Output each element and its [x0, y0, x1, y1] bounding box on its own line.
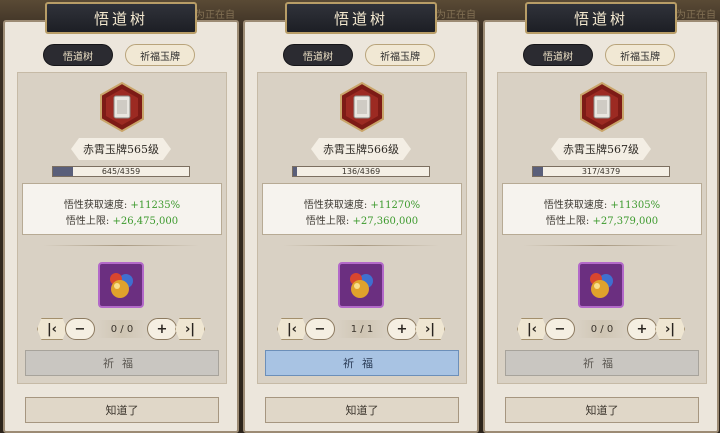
orb-cluster-icon [110, 273, 133, 298]
progress-bar: 136/4369 [292, 166, 430, 177]
cap-value: +27,379,000 [592, 216, 659, 227]
skip-last-icon: ›| [184, 321, 196, 337]
orb-cluster-icon [590, 273, 613, 298]
cap-row: 悟性上限: +26,475,000 [23, 212, 221, 227]
skip-last-button[interactable]: ›| [415, 318, 445, 340]
tab-wudao-tree[interactable]: 悟道树 [283, 44, 353, 66]
divider [283, 245, 439, 246]
speed-row: 悟性获取速度: +11305% [503, 196, 701, 211]
dialog-panel: 悟道树 悟道树 祈福玉牌 赤霄玉牌566级 136/4369 悟性获取速度: +… [243, 0, 479, 433]
cap-label: 悟性上限: [305, 216, 350, 227]
minus-icon: − [314, 321, 326, 337]
pray-button[interactable]: 祈福 [25, 350, 219, 376]
stats-box: 悟性获取速度: +11305% 悟性上限: +27,379,000 [502, 183, 702, 235]
item-slot[interactable] [338, 262, 384, 308]
speed-value: +11305% [610, 200, 661, 211]
divider [523, 245, 679, 246]
minus-icon: − [554, 321, 566, 337]
orb-cluster-icon [350, 273, 373, 298]
skip-last-button[interactable]: ›| [655, 318, 685, 340]
progress-text: 645/4359 [101, 167, 141, 176]
cap-row: 悟性上限: +27,379,000 [503, 212, 701, 227]
skip-last-button[interactable]: ›| [175, 318, 205, 340]
cap-label: 悟性上限: [65, 216, 110, 227]
quantity-display: 0 / 0 [97, 320, 147, 338]
tab-pray-token[interactable]: 祈福玉牌 [365, 44, 435, 66]
item-slot[interactable] [578, 262, 624, 308]
stats-box: 悟性获取速度: +11270% 悟性上限: +27,360,000 [262, 183, 462, 235]
item-slot[interactable] [98, 262, 144, 308]
divider [43, 245, 199, 246]
skip-last-icon: ›| [664, 321, 676, 337]
jade-token-icon [100, 82, 144, 132]
speed-value: +11270% [370, 200, 421, 211]
pray-button[interactable]: 祈福 [505, 350, 699, 376]
cap-row: 悟性上限: +27,360,000 [263, 212, 461, 227]
cap-value: +26,475,000 [112, 216, 179, 227]
minus-button[interactable]: − [545, 318, 575, 340]
skip-first-button[interactable]: |‹ [277, 318, 307, 340]
speed-value: +11235% [130, 200, 181, 211]
plus-icon: + [156, 321, 168, 337]
jade-token-icon [340, 82, 384, 132]
tab-wudao-tree[interactable]: 悟道树 [523, 44, 593, 66]
plus-button[interactable]: + [627, 318, 657, 340]
cap-value: +27,360,000 [352, 216, 419, 227]
skip-first-icon: |‹ [286, 321, 298, 337]
progress-bar: 645/4359 [52, 166, 190, 177]
speed-label: 悟性获取速度: [303, 200, 368, 211]
progress-bar: 317/4379 [532, 166, 670, 177]
minus-button[interactable]: − [65, 318, 95, 340]
dialog-panel: 悟道树 悟道树 祈福玉牌 赤霄玉牌567级 317/4379 悟性获取速度: +… [483, 0, 719, 433]
speed-row: 悟性获取速度: +11270% [263, 196, 461, 211]
ok-button[interactable]: 知道了 [25, 397, 219, 423]
plus-button[interactable]: + [387, 318, 417, 340]
plus-icon: + [636, 321, 648, 337]
plus-button[interactable]: + [147, 318, 177, 340]
tab-pray-token[interactable]: 祈福玉牌 [605, 44, 675, 66]
minus-icon: − [74, 321, 86, 337]
dialog-panel: 悟道树 悟道树 祈福玉牌 赤霄玉牌565级 645/4359 悟性获取速度: +… [3, 0, 239, 433]
speed-label: 悟性获取速度: [543, 200, 608, 211]
skip-first-button[interactable]: |‹ [517, 318, 547, 340]
ok-button[interactable]: 知道了 [265, 397, 459, 423]
speed-label: 悟性获取速度: [63, 200, 128, 211]
level-label: 赤霄玉牌567级 [551, 138, 651, 160]
tab-pray-token[interactable]: 祈福玉牌 [125, 44, 195, 66]
quantity-display: 0 / 0 [577, 320, 627, 338]
progress-text: 136/4369 [341, 167, 381, 176]
skip-first-icon: |‹ [46, 321, 58, 337]
dialog-title: 悟道树 [525, 2, 677, 34]
cap-label: 悟性上限: [545, 216, 590, 227]
minus-button[interactable]: − [305, 318, 335, 340]
plus-icon: + [396, 321, 408, 337]
stats-box: 悟性获取速度: +11235% 悟性上限: +26,475,000 [22, 183, 222, 235]
pray-button[interactable]: 祈福 [265, 350, 459, 376]
tab-wudao-tree[interactable]: 悟道树 [43, 44, 113, 66]
skip-first-icon: |‹ [526, 321, 538, 337]
skip-first-button[interactable]: |‹ [37, 318, 67, 340]
level-label: 赤霄玉牌565级 [71, 138, 171, 160]
progress-text: 317/4379 [581, 167, 621, 176]
skip-last-icon: ›| [424, 321, 436, 337]
jade-token-icon [580, 82, 624, 132]
dialog-title: 悟道树 [285, 2, 437, 34]
quantity-display: 1 / 1 [337, 320, 387, 338]
ok-button[interactable]: 知道了 [505, 397, 699, 423]
speed-row: 悟性获取速度: +11235% [23, 196, 221, 211]
level-label: 赤霄玉牌566级 [311, 138, 411, 160]
dialog-title: 悟道树 [45, 2, 197, 34]
